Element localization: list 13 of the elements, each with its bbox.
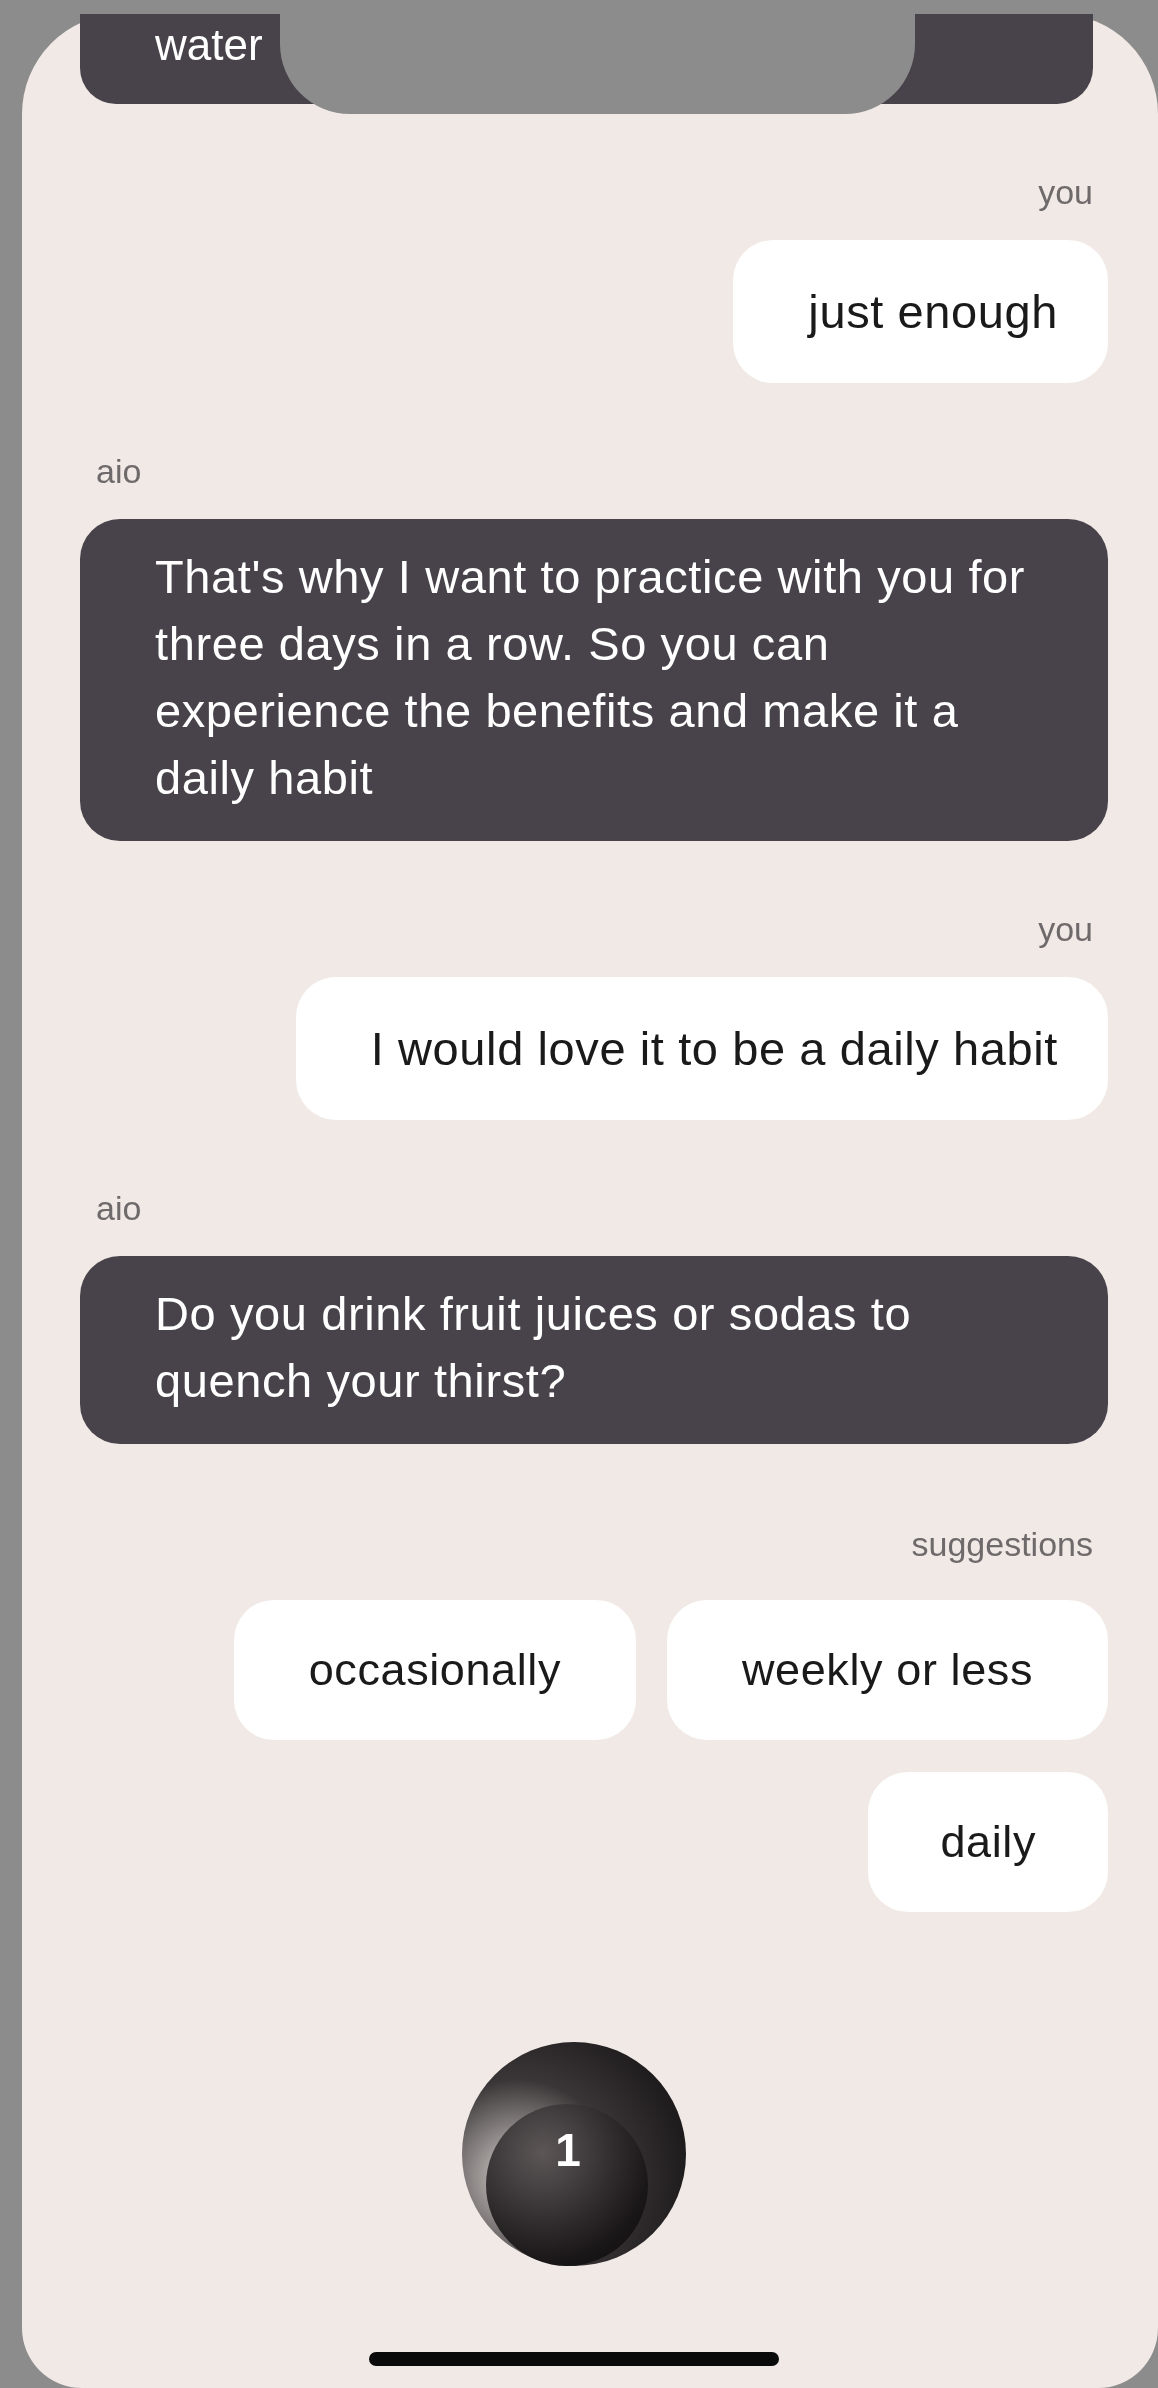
sender-label: you	[1038, 909, 1093, 949]
suggestions-label: suggestions	[911, 1524, 1093, 1564]
suggestion-chip[interactable]: occasionally	[233, 1600, 636, 1740]
message-bubble: That's why I want to practice with you for three days in a row. So you can experience the benefits and make it a daily habit	[80, 519, 1108, 841]
message-bubble: just enough	[733, 240, 1108, 383]
counter-button[interactable]: 1	[462, 2042, 686, 2266]
sender-label: aio	[96, 451, 142, 491]
sender-label: aio	[96, 1188, 142, 1228]
sender-label: you	[1038, 172, 1093, 212]
suggestion-chip[interactable]: daily	[868, 1772, 1108, 1912]
message-bubble: I would love it to be a daily habit	[295, 977, 1108, 1120]
suggestion-chip[interactable]: weekly or less	[667, 1600, 1108, 1740]
message-bubble: Do you drink fruit juices or sodas to quench your thirst?	[80, 1256, 1108, 1444]
